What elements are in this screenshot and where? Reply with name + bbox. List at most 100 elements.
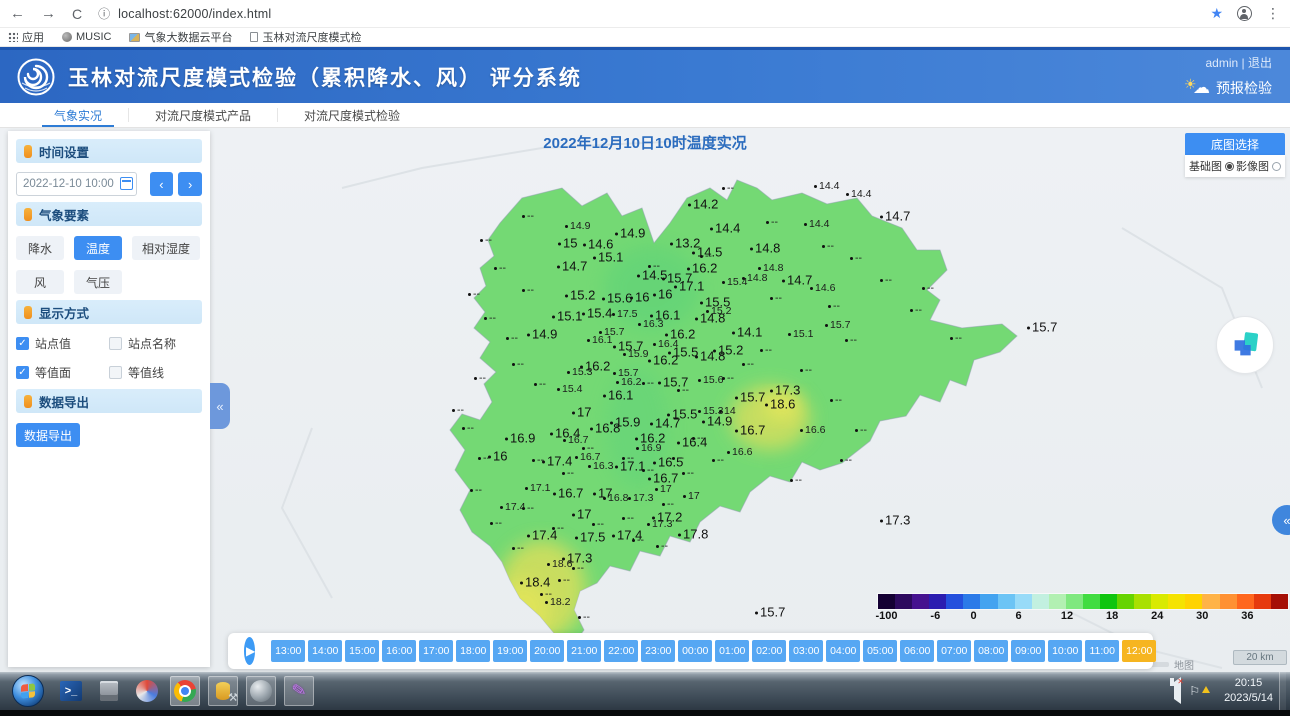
forward-icon[interactable]: → [41,6,56,21]
show-desktop-button[interactable] [1279,672,1286,716]
panel-marker-icon [24,306,32,319]
tab-model-verification[interactable]: 对流尺度模式检验 [278,103,426,127]
radio-basic-map[interactable]: 基础图 [1189,158,1234,174]
panel-marker-icon [24,395,32,408]
calendar-icon[interactable] [120,177,133,190]
reload-icon[interactable]: C [72,7,82,21]
time-step-button[interactable]: 05:00 [863,640,897,662]
time-buttons: 13:0014:0015:0016:0017:0018:0019:0020:00… [271,640,1156,662]
time-step-button[interactable]: 11:00 [1085,640,1119,662]
time-step-button[interactable]: 08:00 [974,640,1008,662]
image-icon [129,33,140,42]
element-button[interactable]: 温度 [74,236,122,260]
legend-tick-label: 24 [1151,610,1163,622]
user-divider: | [1242,56,1245,70]
time-step-button[interactable]: 14:00 [308,640,342,662]
url-field[interactable]: localhost:62000/index.html [118,7,271,21]
bookmark-star-icon[interactable]: ★ [1210,5,1223,22]
legend-segment [1066,594,1083,609]
tab-model-products[interactable]: 对流尺度模式产品 [129,103,277,127]
time-step-button[interactable]: 07:00 [937,640,971,662]
chrome-icon[interactable] [170,676,200,706]
bookmark-music[interactable]: MUSIC [62,31,111,43]
time-step-button[interactable]: 23:00 [641,640,675,662]
time-step-button[interactable]: 10:00 [1048,640,1082,662]
back-icon[interactable]: ← [10,6,25,21]
element-button[interactable]: 风 [16,270,64,294]
display-checkbox[interactable]: ✓等值面 [16,364,109,381]
display-checkbox[interactable]: 站点名称 [109,335,202,352]
radio-satellite-map[interactable]: 影像图 [1236,158,1281,174]
datetime-input[interactable] [16,172,137,196]
display-checkbox[interactable]: 等值线 [109,364,202,381]
time-step-button[interactable]: 17:00 [419,640,453,662]
legend-tick-label: 12 [1061,610,1073,622]
powershell-icon[interactable]: >_ [56,676,86,706]
time-step-button[interactable]: 21:00 [567,640,601,662]
page-info-icon[interactable]: ⓘ [98,5,110,22]
legend-color-bar [878,594,1288,609]
time-step-button[interactable]: 06:00 [900,640,934,662]
browser-toolbar: ← → C ⓘ localhost:62000/index.html ★ ⋮ [0,0,1290,28]
editor-pen-icon[interactable]: ✎ [284,676,314,706]
clock-time: 20:15 [1224,676,1273,691]
element-button[interactable]: 降水 [16,236,64,260]
time-step-button[interactable]: 02:00 [752,640,786,662]
time-step-button[interactable]: 03:00 [789,640,823,662]
legend-tick-label: 30 [1196,610,1208,622]
time-step-button[interactable]: 04:00 [826,640,860,662]
time-step-button[interactable]: 18:00 [456,640,490,662]
profile-avatar-icon[interactable] [1237,6,1252,21]
temperature-legend: -100-6061218243036 [878,594,1288,623]
timeline-bar: ▶ 13:0014:0015:0016:0017:0018:0019:0020:… [228,633,1153,669]
sidebar: 时间设置 ‹ › 气象要素 降水温度相对湿度风气压 显示方式 ✓站点值站点名称✓… [8,131,210,667]
start-button[interactable] [12,675,44,707]
time-step-button[interactable]: 12:00 [1122,640,1156,662]
legend-segment [1117,594,1134,609]
time-step-button[interactable]: 00:00 [678,640,712,662]
time-step-button[interactable]: 22:00 [604,640,638,662]
time-step-button[interactable]: 19:00 [493,640,527,662]
bookmark-apps[interactable]: 应用 [8,29,44,45]
legend-tick-label: 36 [1241,610,1253,622]
weather-icon: ☀☁ [1184,79,1210,97]
mode-row[interactable]: ☀☁ 预报检验 [1184,78,1272,98]
checkbox-label: 等值面 [35,364,71,381]
sidebar-collapse-tab[interactable]: « [210,383,230,429]
taskbar-clock[interactable]: 20:15 2023/5/14 [1224,676,1273,706]
logout-link[interactable]: 退出 [1248,56,1272,70]
export-data-button[interactable]: 数据导出 [16,423,80,447]
time-step-button[interactable]: 16:00 [382,640,416,662]
play-button[interactable]: ▶ [244,637,255,665]
brand-logo-icon [1228,328,1262,362]
display-panel-header: 显示方式 [16,300,202,324]
next-time-button[interactable]: › [178,172,202,196]
brand-badge-logo [1217,317,1273,373]
checkbox-label: 站点名称 [128,335,176,352]
time-step-button[interactable]: 13:00 [271,640,305,662]
time-step-button[interactable]: 15:00 [345,640,379,662]
tab-weather-live[interactable]: 气象实况 [28,103,128,127]
legend-segment [1134,594,1151,609]
server-manager-icon[interactable] [94,676,124,706]
map-canvas[interactable]: 14.2--14.414.414.714.4--14.414.514.8----… [222,128,1290,672]
basemap-select-button[interactable]: 底图选择 [1185,133,1285,155]
display-checkbox[interactable]: ✓站点值 [16,335,109,352]
legend-segment [929,594,946,609]
time-step-button[interactable]: 01:00 [715,640,749,662]
bookmark-yulin-system[interactable]: 玉林对流尺度模式检 [250,29,361,45]
globe-app-icon[interactable] [246,676,276,706]
legend-segment [1015,594,1032,609]
time-step-button[interactable]: 09:00 [1011,640,1045,662]
prev-time-button[interactable]: ‹ [150,172,174,196]
time-step-button[interactable]: 20:00 [530,640,564,662]
element-button[interactable]: 气压 [74,270,122,294]
browser-menu-icon[interactable]: ⋮ [1266,5,1280,22]
legend-segment [1271,594,1288,609]
app-red-icon[interactable] [132,676,162,706]
volume-muted-icon[interactable] [1174,683,1181,699]
bookmark-cloud-platform[interactable]: 气象大数据云平台 [129,29,232,45]
element-button[interactable]: 相对湿度 [132,236,200,260]
action-center-flag-icon[interactable]: ⚐ [1189,685,1200,697]
database-tools-icon[interactable] [208,676,238,706]
